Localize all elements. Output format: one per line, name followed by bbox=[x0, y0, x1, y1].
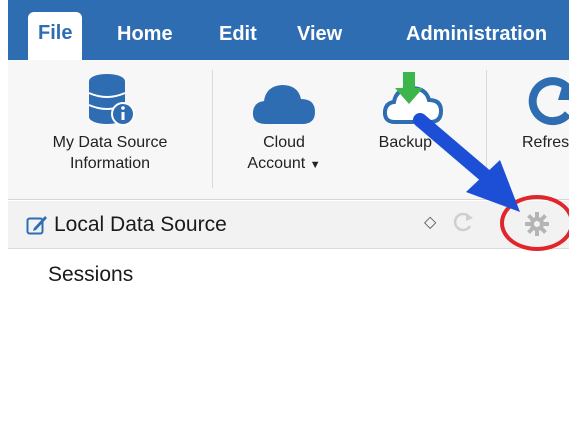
database-info-icon bbox=[88, 74, 135, 126]
highlight-circle bbox=[500, 195, 569, 251]
refresh-button[interactable]: Refresh bbox=[504, 60, 569, 200]
tab-view[interactable]: View bbox=[297, 14, 342, 60]
cloud-icon bbox=[252, 85, 315, 124]
stepper-icon[interactable]: ◇ bbox=[424, 212, 436, 232]
refresh-label: Refresh bbox=[522, 134, 569, 151]
backup-button[interactable]: Backup ▼ bbox=[358, 60, 468, 200]
data-source-title: Local Data Source bbox=[54, 213, 227, 236]
chevron-down-icon: ▼ bbox=[436, 138, 448, 150]
app-window: File Home Edit View Administration My Da… bbox=[8, 0, 569, 431]
tab-home[interactable]: Home bbox=[117, 14, 173, 60]
refresh-icon bbox=[528, 77, 569, 126]
data-source-info-button[interactable]: My Data Source Information bbox=[22, 60, 198, 200]
tab-file[interactable]: File bbox=[28, 12, 83, 60]
cloud-account-button[interactable]: Cloud Account ▼ bbox=[226, 60, 342, 200]
ribbon-separator bbox=[212, 70, 213, 188]
backup-label: Backup ▼ bbox=[378, 134, 448, 151]
ribbon-separator bbox=[486, 70, 487, 188]
data-source-bar: Local Data Source ◇ bbox=[8, 201, 569, 249]
chevron-down-icon: ▼ bbox=[309, 159, 321, 171]
edit-icon[interactable] bbox=[26, 214, 48, 236]
tab-administration[interactable]: Administration bbox=[406, 14, 547, 60]
data-source-info-label: My Data Source Information bbox=[52, 134, 168, 172]
tab-edit[interactable]: Edit bbox=[219, 14, 257, 60]
ribbon: My Data Source Information Cloud Account… bbox=[8, 60, 569, 200]
menu-bar: File Home Edit View Administration bbox=[8, 0, 569, 60]
cloud-backup-icon bbox=[382, 72, 444, 124]
refresh-small-icon[interactable] bbox=[452, 210, 474, 234]
sessions-heading: Sessions bbox=[48, 263, 134, 286]
cloud-account-label: Cloud Account ▼ bbox=[247, 134, 321, 172]
